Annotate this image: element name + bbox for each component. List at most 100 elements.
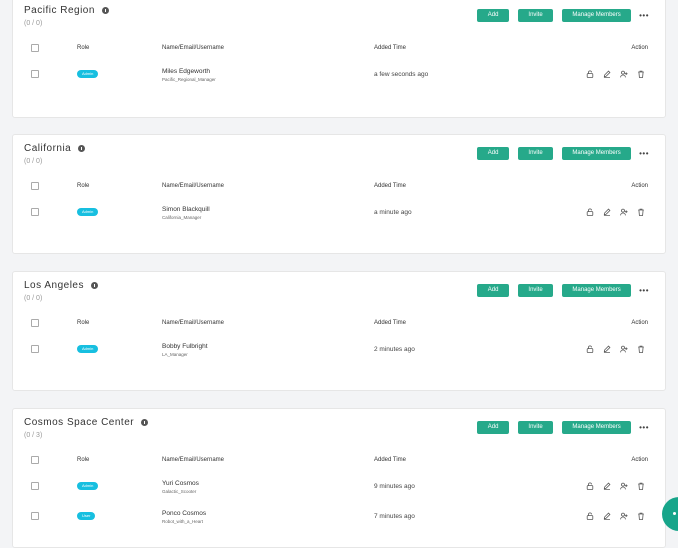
added-time: a minute ago [374,209,412,216]
add-button[interactable]: Add [477,9,510,22]
column-role: Role [77,183,90,189]
edit-icon[interactable] [603,345,611,353]
trash-icon[interactable] [637,208,645,216]
select-all-checkbox[interactable] [31,182,39,190]
table-row: User Ponco Cosmos Robot_with_a_Heart 7 minu… [13,501,665,531]
members-table: Role Name/Email/Username Added Time Action A… [13,449,665,531]
group-count: (0 / 0) [24,295,43,302]
add-button[interactable]: Add [477,284,510,297]
group-card: Los Angeles (0 / 0) Add Invite Manage Member… [12,271,666,391]
group-count: (0 / 3) [24,432,43,439]
manage-members-button[interactable]: Manage Members [562,284,632,297]
manage-members-button[interactable]: Manage Members [562,9,632,22]
table-header: Role Name/Email/Username Added Time Action [13,175,665,197]
row-actions [577,208,645,216]
member-username: Galactic_Scooter [162,489,197,494]
info-icon[interactable] [91,282,98,289]
trash-icon[interactable] [637,345,645,353]
trash-icon[interactable] [637,482,645,490]
group-actions: Add Invite Manage Members ••• [468,421,649,434]
assign-user-icon[interactable] [620,70,628,78]
member-name: Yuri Cosmos [162,480,199,487]
role-badge: Admin [77,208,99,216]
unlock-icon[interactable] [586,208,594,216]
unlock-icon[interactable] [586,345,594,353]
row-actions [577,512,645,520]
row-checkbox[interactable] [31,512,39,520]
column-role: Role [77,457,90,463]
added-time: 9 minutes ago [374,483,415,490]
column-role: Role [77,320,90,326]
group-count: (0 / 0) [24,20,43,27]
member-name: Simon Blackquill [162,206,210,213]
more-icon[interactable]: ••• [639,421,649,434]
manage-members-button[interactable]: Manage Members [562,147,632,160]
column-name: Name/Email/Username [162,457,225,463]
group-card: Pacific Region (0 / 0) Add Invite Manage Mem… [12,0,666,118]
assign-user-icon[interactable] [620,208,628,216]
assign-user-icon[interactable] [620,512,628,520]
group-actions: Add Invite Manage Members ••• [468,9,649,22]
edit-icon[interactable] [603,208,611,216]
row-checkbox[interactable] [31,208,39,216]
trash-icon[interactable] [637,512,645,520]
more-icon[interactable]: ••• [639,147,649,160]
column-added-time: Added Time [374,45,407,51]
column-role: Role [77,45,90,51]
invite-button[interactable]: Invite [518,9,554,22]
edit-icon[interactable] [603,482,611,490]
info-icon[interactable] [101,7,109,14]
info-icon[interactable] [78,145,86,152]
row-actions [577,482,645,490]
edit-icon[interactable] [603,70,611,78]
member-name: Ponco Cosmos [162,510,207,517]
member-username: LA_Manager [162,352,188,357]
invite-button[interactable]: Invite [518,421,554,434]
table-header: Role Name/Email/Username Added Time Action [13,312,665,334]
member-name: Miles Edgeworth [162,68,211,75]
row-checkbox[interactable] [31,345,39,353]
added-time: a few seconds ago [374,71,429,78]
more-icon[interactable]: ••• [639,284,649,297]
added-time: 2 minutes ago [374,346,415,353]
role-badge: Admin [77,70,99,78]
row-checkbox[interactable] [31,482,39,490]
member-name: Bobby Fulbright [162,343,208,350]
manage-members-button[interactable]: Manage Members [562,421,632,434]
group-actions: Add Invite Manage Members ••• [468,147,649,160]
member-username: Robot_with_a_Heart [162,519,204,524]
assign-user-icon[interactable] [620,482,628,490]
column-action: Action [631,45,648,51]
select-all-checkbox[interactable] [31,456,39,464]
select-all-checkbox[interactable] [31,319,39,327]
column-added-time: Added Time [374,183,407,189]
row-actions [577,345,645,353]
column-action: Action [631,320,648,326]
trash-icon[interactable] [637,70,645,78]
add-button[interactable]: Add [477,421,510,434]
member-username: California_Manager [162,215,202,220]
invite-button[interactable]: Invite [518,147,554,160]
group-card: California (0 / 0) Add Invite Manage Members… [12,134,666,254]
column-name: Name/Email/Username [162,45,225,51]
group-title: Cosmos Space Center [24,417,149,428]
add-button[interactable]: Add [477,147,510,160]
invite-button[interactable]: Invite [518,284,554,297]
table-row: Admin Miles Edgeworth Pacific_Regional_Man… [13,59,665,89]
edit-icon[interactable] [603,512,611,520]
more-icon[interactable]: ••• [639,9,649,22]
unlock-icon[interactable] [586,70,594,78]
row-checkbox[interactable] [31,70,39,78]
info-icon[interactable] [141,419,149,426]
column-action: Action [631,457,648,463]
members-table: Role Name/Email/Username Added Time Action A… [13,37,665,89]
table-header: Role Name/Email/Username Added Time Action [13,449,665,471]
unlock-icon[interactable] [586,512,594,520]
select-all-checkbox[interactable] [31,44,39,52]
table-header: Role Name/Email/Username Added Time Action [13,37,665,59]
added-time: 7 minutes ago [374,513,415,520]
unlock-icon[interactable] [586,482,594,490]
column-action: Action [631,183,648,189]
assign-user-icon[interactable] [620,345,628,353]
column-added-time: Added Time [374,457,407,463]
